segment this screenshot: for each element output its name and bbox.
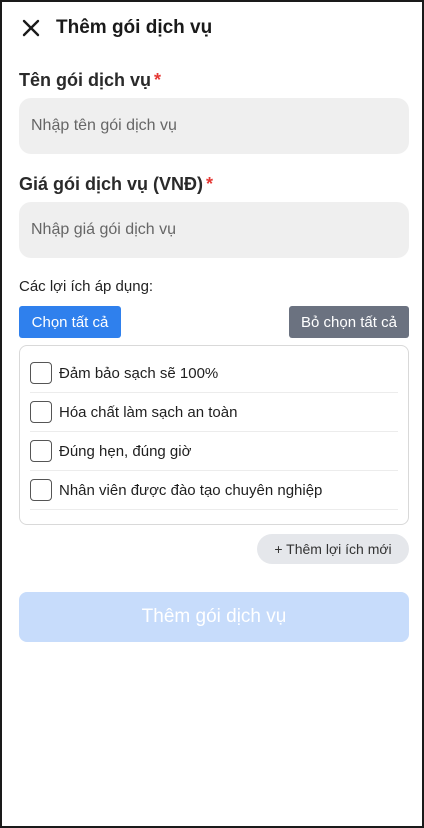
benefit-checkbox[interactable]	[30, 362, 52, 384]
page-title: Thêm gói dịch vụ	[56, 17, 213, 38]
close-icon[interactable]	[18, 15, 44, 41]
select-all-button[interactable]: Chọn tất cả	[19, 306, 121, 338]
service-price-input[interactable]	[19, 202, 409, 258]
benefit-item[interactable]: Hóa chất làm sạch an toàn	[30, 393, 398, 432]
benefit-label: Đảm bảo sạch sẽ 100%	[59, 364, 219, 382]
benefits-label: Các lợi ích áp dụng:	[19, 278, 154, 295]
service-name-input[interactable]	[19, 98, 409, 154]
benefit-label: Nhân viên được đào tạo chuyên nghiệp	[59, 481, 323, 499]
add-benefit-button[interactable]: + Thêm lợi ích mới	[257, 534, 409, 564]
add-service-package-screen: Thêm gói dịch vụ Tên gói dịch vụ* Giá gó…	[0, 0, 424, 828]
benefit-checkbox[interactable]	[30, 401, 52, 423]
benefit-item[interactable]: Đảm bảo sạch sẽ 100%	[30, 354, 398, 393]
benefit-item[interactable]: Nhân viên được đào tạo chuyên nghiệp	[30, 471, 398, 510]
required-marker: *	[154, 70, 162, 90]
submit-button[interactable]: Thêm gói dịch vụ	[19, 592, 409, 642]
benefit-label: Hóa chất làm sạch an toàn	[59, 403, 238, 421]
required-marker: *	[206, 174, 214, 194]
benefit-checkbox[interactable]	[30, 479, 52, 501]
price-label-text: Giá gói dịch vụ (VNĐ)	[19, 174, 204, 194]
benefit-item[interactable]: Đúng hẹn, đúng giờ	[30, 432, 398, 471]
name-field-label: Tên gói dịch vụ *	[19, 70, 161, 91]
benefit-label: Đúng hẹn, đúng giờ	[59, 442, 192, 460]
name-label-text: Tên gói dịch vụ	[19, 70, 152, 90]
benefit-checkbox[interactable]	[30, 440, 52, 462]
benefit-list: Đảm bảo sạch sẽ 100% Hóa chất làm sạch a…	[19, 345, 409, 525]
deselect-all-button[interactable]: Bỏ chọn tất cả	[289, 306, 409, 338]
price-field-label: Giá gói dịch vụ (VNĐ) *	[19, 174, 213, 195]
header: Thêm gói dịch vụ	[18, 14, 212, 42]
